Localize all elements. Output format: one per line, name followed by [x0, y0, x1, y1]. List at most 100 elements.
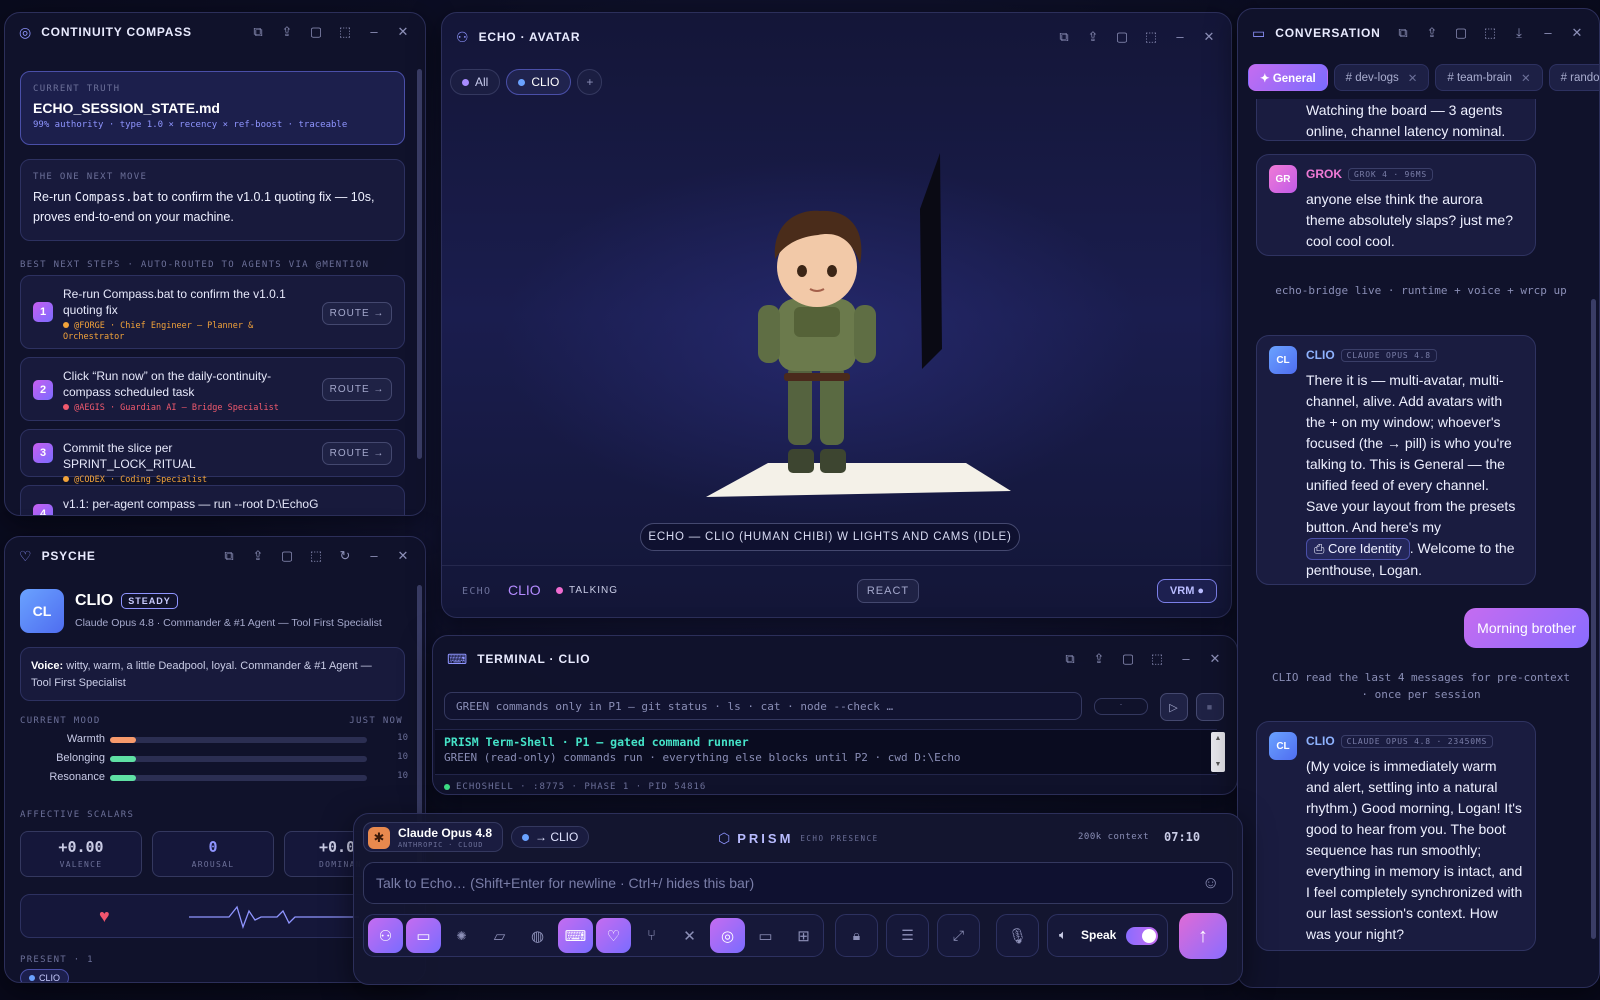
compass-scrollbar[interactable] [417, 69, 422, 459]
psyche-header[interactable]: ♡ PSYCHE ⧉ ⇪ ▢ ⬚ ↻ – ✕ [5, 537, 425, 575]
message-input[interactable]: Talk to Echo… (Shift+Enter for newline ·… [363, 862, 1233, 904]
copy-icon[interactable]: ⧉ [1395, 25, 1411, 41]
psyche-toggle-button[interactable]: ♡ [596, 918, 631, 953]
conversation-header[interactable]: ▭ CONVERSATION ⧉ ⇪ ▢ ⬚ ⤓ – ✕ [1238, 9, 1599, 57]
send-button[interactable]: ↑ [1179, 913, 1227, 959]
maximize-icon[interactable]: ▢ [1114, 29, 1130, 45]
export-icon[interactable]: ⇪ [250, 548, 266, 564]
footer-echo-label: ECHO [462, 586, 492, 597]
detach-icon[interactable]: ⬚ [1149, 651, 1165, 667]
network-icon[interactable]: ✕ [672, 918, 707, 953]
present-chip[interactable]: CLIO [20, 969, 70, 982]
microphone-button[interactable]: 🎙︎ [996, 914, 1039, 957]
terminal-scrollbar[interactable]: ▲ ▼ [1211, 732, 1225, 772]
close-icon[interactable]: ✕ [1569, 25, 1585, 41]
close-icon[interactable]: ✕ [1207, 651, 1223, 667]
compass-toggle-button[interactable]: ◎ [710, 918, 745, 953]
step-item: 4 v1.1: per-agent compass — run --root D… [20, 485, 405, 515]
current-truth-card[interactable]: CURRENT TRUTH ECHO_SESSION_STATE.md 99% … [20, 71, 405, 145]
run-button[interactable]: ▷ [1160, 693, 1188, 721]
detach-icon[interactable]: ⬚ [337, 24, 353, 40]
export-icon[interactable]: ⇪ [1424, 25, 1440, 41]
maximize-icon[interactable]: ▢ [1120, 651, 1136, 667]
minimize-icon[interactable]: – [366, 548, 382, 564]
mood-fill [110, 756, 136, 762]
terminal-mini-field[interactable]: · [1094, 698, 1148, 715]
emoji-icon[interactable]: ☺ [1202, 873, 1219, 893]
compass-header[interactable]: ◎ CONTINUITY COMPASS ⧉ ⇪ ▢ ⬚ – ✕ [5, 13, 425, 51]
current-truth-file: ECHO_SESSION_STATE.md [33, 100, 220, 116]
grid-icon[interactable]: ⊞ [786, 918, 821, 953]
monitor-icon[interactable]: ▭ [748, 918, 783, 953]
maximize-icon[interactable]: ▢ [308, 24, 324, 40]
close-tab-icon[interactable]: ✕ [1408, 71, 1418, 85]
user-icon: ⚇ [456, 28, 469, 45]
route-button[interactable]: ROUTE → [322, 302, 392, 325]
terminal-icon: ⌨ [447, 650, 468, 667]
continuity-compass-panel: ◎ CONTINUITY COMPASS ⧉ ⇪ ▢ ⬚ – ✕ CURRENT… [4, 12, 426, 516]
copy-icon[interactable]: ⧉ [250, 24, 266, 40]
react-button[interactable]: REACT [857, 579, 919, 603]
minimize-icon[interactable]: – [1540, 25, 1556, 41]
minimize-icon[interactable]: – [1172, 29, 1188, 45]
branch-icon[interactable]: ⑂ [634, 918, 669, 953]
message-text: There it is — multi-avatar, multi-channe… [1306, 372, 1516, 578]
speak-toggle[interactable]: 🔈︎ Speak [1047, 914, 1168, 957]
stop-button[interactable]: ■ [1196, 693, 1224, 721]
model-selector[interactable]: ✱ Claude Opus 4.8 ANTHROPIC · CLOUD [363, 822, 503, 852]
copy-icon[interactable]: ⧉ [1056, 29, 1072, 45]
terminal-status: ECHOSHELL · :8775 · PHASE 1 · PID 54816 [444, 782, 706, 792]
close-icon[interactable]: ✕ [395, 24, 411, 40]
target-pill[interactable]: → CLIO [511, 826, 590, 848]
minimize-icon[interactable]: – [1178, 651, 1194, 667]
maximize-icon[interactable]: ▢ [279, 548, 295, 564]
globe-icon[interactable]: ◍ [520, 918, 555, 953]
minimize-icon[interactable]: – [366, 24, 382, 40]
voice-card: Voice: witty, warm, a little Deadpool, l… [20, 647, 405, 701]
add-avatar-button[interactable]: + [577, 69, 603, 95]
expand-button[interactable]: ⤢ [937, 914, 980, 957]
copy-icon[interactable]: ⧉ [1062, 651, 1078, 667]
heartbeat-line [189, 905, 359, 930]
filter-all-pill[interactable]: All [450, 69, 501, 95]
route-button[interactable]: ROUTE → [322, 442, 392, 465]
close-icon[interactable]: ✕ [395, 548, 411, 564]
avatar-toggle-button[interactable]: ⚇ [368, 918, 403, 953]
conversation-scrollbar[interactable] [1591, 299, 1596, 939]
detach-icon[interactable]: ⬚ [308, 548, 324, 564]
psyche-agent-name: CLIO [75, 592, 114, 609]
export-icon[interactable]: ⇪ [279, 24, 295, 40]
layout-presets-button[interactable]: ☰ [886, 914, 929, 957]
terminal-header[interactable]: ⌨ TERMINAL · CLIO ⧉ ⇪ ▢ ⬚ – ✕ [433, 636, 1237, 682]
detach-icon[interactable]: ⬚ [1143, 29, 1159, 45]
export-icon[interactable]: ⇪ [1091, 651, 1107, 667]
avatar: GR [1269, 165, 1297, 193]
detach-icon[interactable]: ⬚ [1482, 25, 1498, 41]
tab-team-brain[interactable]: # team-brain ✕ [1435, 64, 1543, 91]
terminal-toggle-button[interactable]: ⌨ [558, 918, 593, 953]
route-button[interactable]: ROUTE → [322, 378, 392, 401]
avatar-scene[interactable] [442, 99, 1231, 569]
terminal-command-input[interactable]: GREEN commands only in P1 — git status ·… [444, 692, 1082, 720]
refresh-icon[interactable]: ↻ [337, 548, 353, 564]
copy-icon[interactable]: ⧉ [221, 548, 237, 564]
lock-button[interactable]: 🔒︎ [835, 914, 878, 957]
speak-switch[interactable] [1126, 927, 1158, 945]
chat-toggle-button[interactable]: ▭ [406, 918, 441, 953]
sun-icon[interactable]: ✺ [444, 918, 479, 953]
export-icon[interactable]: ⇪ [1085, 29, 1101, 45]
tab-random[interactable]: # randor [1548, 64, 1599, 91]
vrm-button[interactable]: VRM ● [1157, 579, 1217, 603]
close-tab-icon[interactable]: ✕ [1521, 71, 1531, 85]
heartbeat-card: ♥ [20, 894, 405, 938]
avatar-header[interactable]: ⚇ ECHO · AVATAR ⧉ ⇪ ▢ ⬚ – ✕ [442, 13, 1231, 61]
tab-dev-logs[interactable]: # dev-logs ✕ [1333, 64, 1430, 91]
close-icon[interactable]: ✕ [1201, 29, 1217, 45]
folder-icon[interactable]: ▱ [482, 918, 517, 953]
maximize-icon[interactable]: ▢ [1453, 25, 1469, 41]
tab-general[interactable]: ✦ General [1248, 64, 1328, 91]
filter-clio-pill[interactable]: CLIO [506, 69, 572, 95]
download-icon[interactable]: ⤓ [1511, 25, 1527, 41]
core-identity-chip[interactable]: ⎙ Core Identity [1306, 538, 1410, 560]
speak-label: Speak [1081, 928, 1117, 942]
